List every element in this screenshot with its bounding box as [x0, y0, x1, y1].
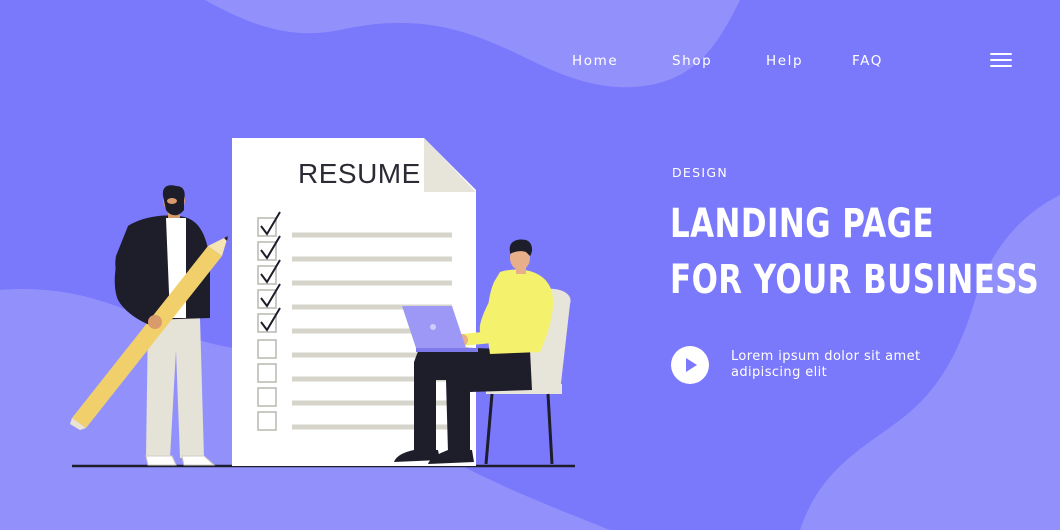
- headline-line-2: FOR YOUR BUSINESS: [670, 257, 1040, 303]
- tagline-line-1: Lorem ipsum dolor sit amet: [731, 349, 921, 364]
- standing-man: [70, 185, 228, 466]
- hero-eyebrow: DESIGN: [672, 165, 728, 180]
- play-icon: [686, 358, 697, 372]
- hero-tagline: Lorem ipsum dolor sit amet adipiscing el…: [731, 349, 961, 381]
- resume-document: RESUME: [232, 138, 476, 466]
- play-button[interactable]: [671, 346, 709, 384]
- headline-line-1: LANDING PAGE: [670, 201, 935, 247]
- tagline-line-2: adipiscing elit: [731, 365, 828, 380]
- hero-headline: LANDING PAGE FOR YOUR BUSINESS: [670, 196, 1039, 308]
- resume-title: RESUME: [298, 158, 421, 189]
